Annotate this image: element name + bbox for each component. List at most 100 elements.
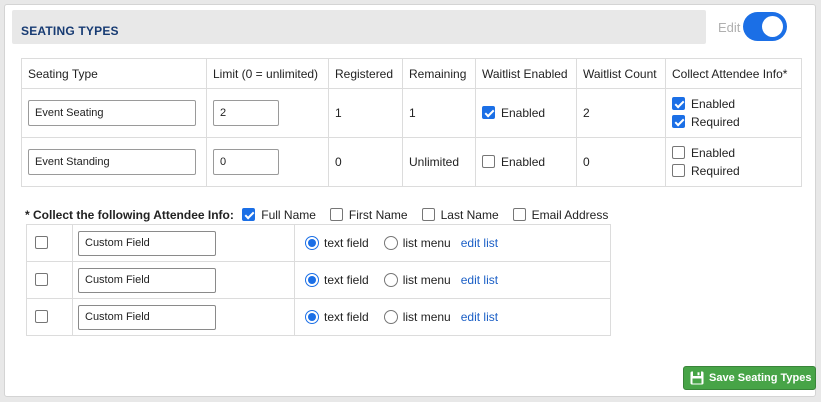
cell-custom-name: Custom Field: [72, 224, 295, 262]
collect-required-label: Required: [691, 164, 740, 178]
collect-required-option: Required: [672, 162, 795, 180]
collect-required-label: Required: [691, 115, 740, 129]
custom-field-checkbox[interactable]: [35, 310, 48, 323]
remaining-count: Unlimited: [402, 137, 476, 187]
text-field-radio[interactable]: [305, 310, 319, 324]
collect-enabled-option: Enabled: [672, 95, 795, 113]
column-header-collect-attendee-info: Collect Attendee Info*: [665, 58, 802, 89]
custom-field-checkbox[interactable]: [35, 236, 48, 249]
custom-fields-table: Custom Field text field list menu edit list…: [26, 224, 611, 336]
seating-type-name-input[interactable]: Event Standing: [28, 149, 196, 175]
attendee-info-option[interactable]: Last Name: [421, 208, 499, 222]
custom-field-row: Custom Field text field list menu edit list: [26, 298, 611, 336]
registered-count: 0: [328, 137, 403, 187]
cell-custom-type: text field list menu edit list: [294, 298, 611, 336]
column-header-registered: Registered: [328, 58, 403, 89]
edit-toggle[interactable]: [743, 12, 787, 41]
collect-required-checkbox[interactable]: [672, 115, 685, 128]
list-menu-radio[interactable]: [383, 273, 398, 287]
waitlist-count: 0: [576, 137, 666, 187]
attendee-info-option[interactable]: Email Address: [512, 208, 609, 222]
text-field-radio[interactable]: [305, 236, 319, 250]
attendee-info-option-label: Email Address: [531, 208, 609, 222]
waitlist-count: 2: [576, 88, 666, 138]
limit-input[interactable]: 0: [213, 149, 279, 175]
attendee-info-option-label: First Name: [348, 208, 408, 222]
seating-types-panel: SEATING TYPES Edit Seating Type Limit (0…: [4, 4, 816, 397]
custom-field-name-input[interactable]: Custom Field: [78, 267, 216, 293]
section-header: SEATING TYPES: [12, 10, 706, 44]
column-header-remaining: Remaining: [402, 58, 476, 89]
list-menu-label: list menu: [402, 273, 451, 287]
waitlist-enabled-label: Enabled: [501, 155, 546, 169]
cell-custom-select: [26, 261, 73, 299]
cell-custom-select: [26, 224, 73, 262]
collect-enabled-label: Enabled: [691, 97, 736, 111]
cell-seating-type: Event Seating: [21, 88, 207, 138]
waitlist-enabled-label: Enabled: [501, 106, 546, 120]
table-header-row: Seating Type Limit (0 = unlimited) Regis…: [21, 58, 802, 89]
cell-collect-attendee-info: Enabled Required: [665, 137, 802, 187]
edit-list-link[interactable]: edit list: [461, 310, 498, 324]
cell-waitlist-enabled: Enabled: [475, 88, 577, 138]
cell-collect-attendee-info: Enabled Required: [665, 88, 802, 138]
attendee-info-option[interactable]: Full Name: [242, 208, 316, 222]
table-row: Event Standing 0 0 Unlimited Enabled 0 Enabled…: [21, 137, 802, 187]
edit-list-link[interactable]: edit list: [461, 236, 498, 250]
collect-enabled-checkbox[interactable]: [672, 97, 685, 110]
waitlist-enabled-checkbox[interactable]: [482, 106, 495, 119]
attendee-info-checkbox[interactable]: [421, 208, 435, 221]
attendee-info-option[interactable]: First Name: [329, 208, 408, 222]
list-menu-radio[interactable]: [383, 310, 398, 324]
text-field-radio[interactable]: [305, 273, 319, 287]
save-button-label: Save Seating Types: [709, 372, 812, 384]
waitlist-enabled-checkbox[interactable]: [482, 155, 495, 168]
toggle-knob: [762, 16, 783, 37]
text-field-label: text field: [324, 273, 369, 287]
attendee-info-checkbox[interactable]: [329, 208, 343, 221]
collect-enabled-label: Enabled: [691, 146, 736, 160]
cell-limit: 2: [206, 88, 329, 138]
attendee-info-option-label: Last Name: [440, 208, 499, 222]
attendee-info-option-label: Full Name: [261, 208, 316, 222]
table-row: Event Seating 2 1 1 Enabled 2 Enabled Required: [21, 88, 802, 138]
custom-field-row: Custom Field text field list menu edit list: [26, 261, 611, 299]
save-seating-types-button[interactable]: Save Seating Types: [683, 366, 816, 390]
column-header-seating-type: Seating Type: [21, 58, 207, 89]
limit-input[interactable]: 2: [213, 100, 279, 126]
text-field-label: text field: [324, 236, 369, 250]
collect-enabled-option: Enabled: [672, 144, 795, 162]
column-header-limit: Limit (0 = unlimited): [206, 58, 329, 89]
custom-field-name-input[interactable]: Custom Field: [78, 230, 216, 256]
custom-field-name-input[interactable]: Custom Field: [78, 304, 216, 330]
seating-type-name-input[interactable]: Event Seating: [28, 100, 196, 126]
collect-info-label: * Collect the following Attendee Info:: [25, 208, 234, 222]
registered-count: 1: [328, 88, 403, 138]
list-menu-radio[interactable]: [383, 236, 398, 250]
cell-waitlist-enabled: Enabled: [475, 137, 577, 187]
edit-list-link[interactable]: edit list: [461, 273, 498, 287]
column-header-waitlist-enabled: Waitlist Enabled: [475, 58, 577, 89]
cell-custom-name: Custom Field: [72, 298, 295, 336]
custom-field-row: Custom Field text field list menu edit list: [26, 224, 611, 262]
collect-required-checkbox[interactable]: [672, 164, 685, 177]
collect-required-option: Required: [672, 113, 795, 131]
seating-types-table: Seating Type Limit (0 = unlimited) Regis…: [21, 58, 802, 187]
cell-custom-type: text field list menu edit list: [294, 224, 611, 262]
list-menu-label: list menu: [402, 236, 451, 250]
cell-limit: 0: [206, 137, 329, 187]
edit-label: Edit: [718, 20, 741, 35]
floppy-disk-icon: [690, 371, 704, 385]
collect-attendee-info-row: * Collect the following Attendee Info: F…: [25, 208, 608, 222]
section-title: SEATING TYPES: [21, 24, 119, 38]
collect-enabled-checkbox[interactable]: [672, 146, 685, 159]
text-field-label: text field: [324, 310, 369, 324]
cell-custom-type: text field list menu edit list: [294, 261, 611, 299]
cell-custom-name: Custom Field: [72, 261, 295, 299]
attendee-info-checkbox[interactable]: [242, 208, 256, 221]
attendee-info-checkbox[interactable]: [512, 208, 526, 221]
cell-seating-type: Event Standing: [21, 137, 207, 187]
column-header-waitlist-count: Waitlist Count: [576, 58, 666, 89]
remaining-count: 1: [402, 88, 476, 138]
custom-field-checkbox[interactable]: [35, 273, 48, 286]
